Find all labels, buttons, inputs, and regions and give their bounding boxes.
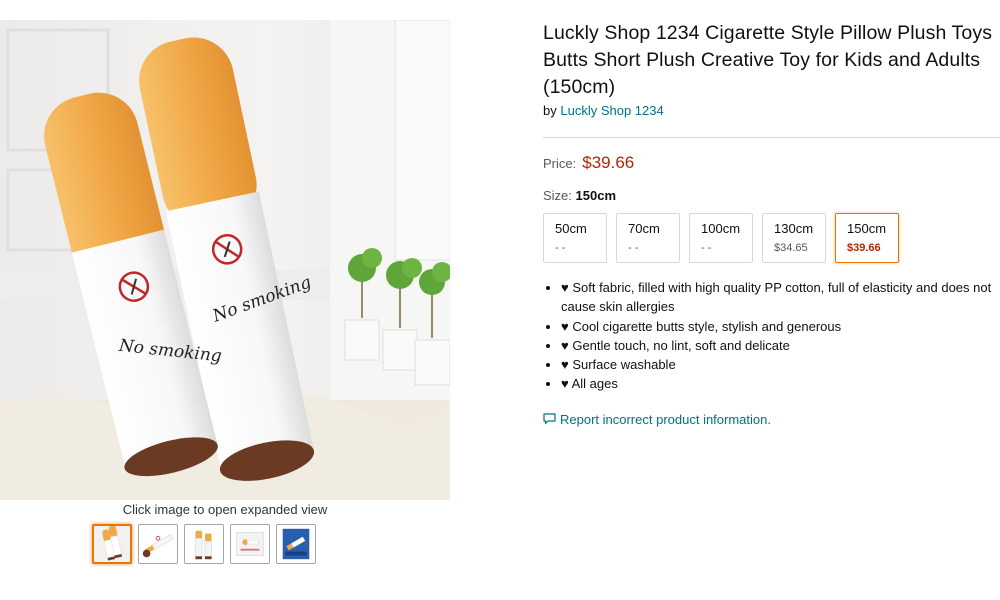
size-option-100cm[interactable]: 100cm - - <box>689 213 753 263</box>
size-option-label: 70cm <box>628 221 660 236</box>
byline-prefix: by <box>543 103 557 118</box>
size-option-price: - - <box>701 242 712 254</box>
size-options: 50cm - - 70cm - - 100cm - - 130cm $34.65… <box>543 213 1000 263</box>
price-row: Price: $39.66 <box>543 153 1000 173</box>
size-option-label: 100cm <box>701 221 741 236</box>
size-option-130cm[interactable]: 130cm $34.65 <box>762 213 826 263</box>
thumbnail-2[interactable] <box>138 524 178 564</box>
size-option-label: 130cm <box>774 221 814 236</box>
size-option-label: 150cm <box>847 221 887 236</box>
price-value: $39.66 <box>582 153 635 172</box>
size-option-price: - - <box>628 242 639 254</box>
divider <box>543 137 1000 138</box>
feature-bullet: ♥ Cool cigarette butts style, stylish an… <box>561 317 1000 336</box>
feature-bullets: ♥ Soft fabric, filled with high quality … <box>543 278 1000 394</box>
thumbnail-4[interactable] <box>230 524 270 564</box>
size-option-70cm[interactable]: 70cm - - <box>616 213 680 263</box>
feature-bullet: ♥ Soft fabric, filled with high quality … <box>561 278 1000 317</box>
size-label: Size: <box>543 188 572 203</box>
image-caption: Click image to open expanded view <box>122 502 328 517</box>
product-info: Luckly Shop 1234 Cigarette Style Pillow … <box>543 20 1000 427</box>
size-selected-row: Size: 150cm <box>543 188 1000 203</box>
thumbnail-5[interactable] <box>276 524 316 564</box>
size-option-150cm[interactable]: 150cm $39.66 <box>835 213 899 263</box>
thumbnail-3[interactable] <box>184 524 224 564</box>
size-option-50cm[interactable]: 50cm - - <box>543 213 607 263</box>
size-option-price: $39.66 <box>847 242 881 254</box>
size-option-price: - - <box>555 242 566 254</box>
report-link-text: Report incorrect product information. <box>560 411 771 427</box>
price-label: Price: <box>543 156 577 171</box>
size-option-label: 50cm <box>555 221 587 236</box>
size-selected-value: 150cm <box>575 188 617 203</box>
comment-icon <box>543 413 556 425</box>
feature-bullet: ♥ Surface washable <box>561 355 1000 374</box>
thumbnail-strip <box>92 524 316 564</box>
feature-bullet: ♥ All ages <box>561 374 1000 393</box>
size-option-price: $34.65 <box>774 242 808 254</box>
report-incorrect-info-link[interactable]: Report incorrect product information. <box>543 412 1000 427</box>
byline: by Luckly Shop 1234 <box>543 103 1000 118</box>
feature-bullet: ♥ Gentle touch, no lint, soft and delica… <box>561 336 1000 355</box>
main-product-image[interactable]: No smoking No smoking <box>0 20 450 500</box>
thumbnail-1[interactable] <box>92 524 132 564</box>
product-title: Luckly Shop 1234 Cigarette Style Pillow … <box>543 22 993 98</box>
brand-link[interactable]: Luckly Shop 1234 <box>560 103 663 118</box>
product-photo: No smoking No smoking <box>0 20 450 500</box>
